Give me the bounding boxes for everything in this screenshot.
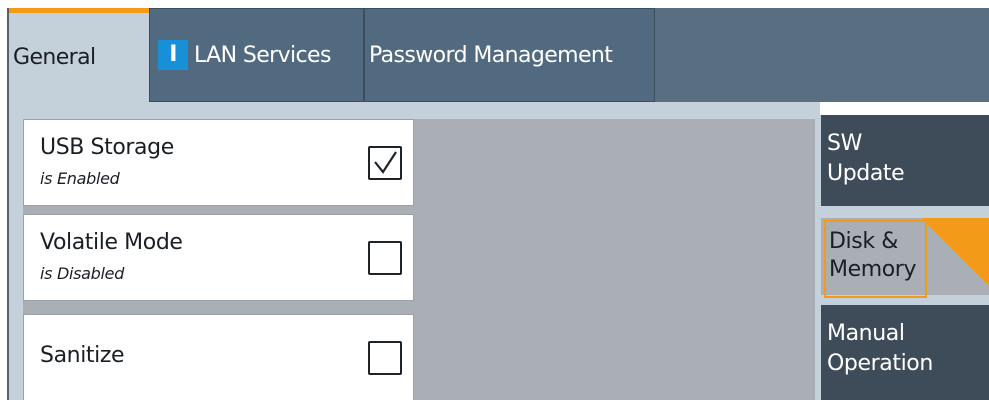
- usb-storage-checkbox[interactable]: [368, 146, 402, 180]
- manual-operation-label-line2: Operation: [827, 351, 933, 376]
- info-icon: I: [158, 40, 188, 70]
- sanitize-setting[interactable]: Sanitize: [23, 314, 414, 400]
- tab-lan-services-label: LAN Services: [194, 42, 331, 68]
- volatile-mode-setting[interactable]: Volatile Mode is Disabled: [23, 214, 414, 301]
- usb-storage-status: is Enabled: [40, 169, 120, 188]
- tab-lan-services[interactable]: I LAN Services: [149, 8, 364, 102]
- sanitize-title: Sanitize: [40, 343, 125, 368]
- disk-memory-button[interactable]: Disk & Memory: [821, 218, 989, 298]
- tab-password-management-label: Password Management: [369, 42, 613, 68]
- usb-storage-setting[interactable]: USB Storage is Enabled: [23, 119, 414, 206]
- disk-memory-label-line2: Memory: [829, 257, 917, 282]
- tab-general-label: General: [13, 45, 96, 70]
- left-border: [0, 8, 9, 400]
- manual-operation-label-line1: Manual: [827, 321, 905, 346]
- settings-list: USB Storage is Enabled Volatile Mode is …: [23, 119, 815, 400]
- usb-storage-title: USB Storage: [40, 135, 174, 160]
- selected-corner-indicator: [921, 218, 989, 286]
- sw-update-label-line2: Update: [827, 161, 905, 186]
- volatile-mode-status: is Disabled: [40, 264, 125, 283]
- sw-update-label-line1: SW: [827, 131, 862, 156]
- settings-panel: USB Storage is Enabled Volatile Mode is …: [9, 102, 820, 400]
- app-window: General I LAN Services Password Manageme…: [0, 0, 989, 400]
- sanitize-checkbox[interactable]: [368, 341, 402, 375]
- tab-password-management[interactable]: Password Management: [364, 8, 655, 102]
- disk-memory-label-line1: Disk &: [829, 229, 899, 254]
- volatile-mode-title: Volatile Mode: [40, 230, 183, 255]
- checkmark-icon: [374, 151, 397, 174]
- manual-operation-button[interactable]: Manual Operation: [821, 305, 989, 400]
- volatile-mode-checkbox[interactable]: [368, 241, 402, 275]
- tab-general[interactable]: General: [9, 8, 149, 102]
- disk-memory-selection: Disk & Memory: [824, 220, 927, 298]
- tab-bar: General I LAN Services Password Manageme…: [9, 8, 989, 102]
- side-navigation: SW Update Disk & Memory Manual Operation: [820, 115, 989, 400]
- sw-update-button[interactable]: SW Update: [821, 115, 989, 206]
